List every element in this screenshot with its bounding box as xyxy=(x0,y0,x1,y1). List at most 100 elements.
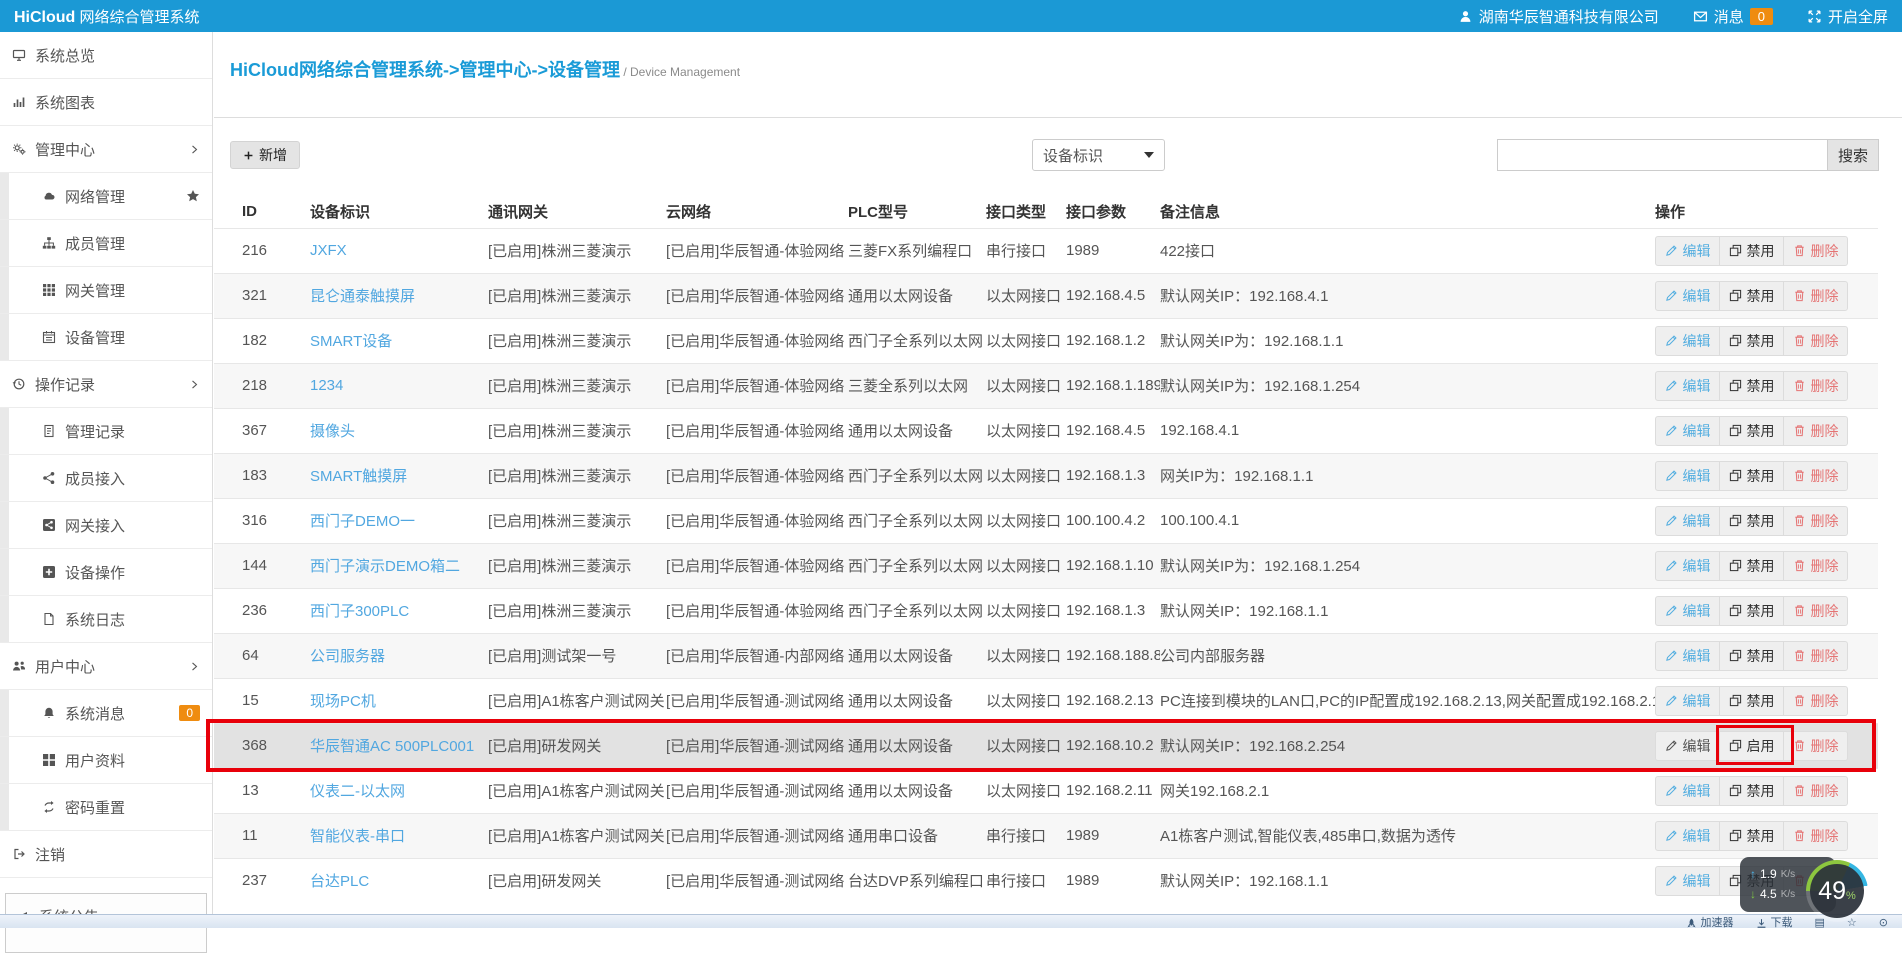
sidebar-item-user-profile[interactable]: 用户资料 xyxy=(0,737,212,784)
disable-button[interactable]: 禁用 xyxy=(1719,416,1784,446)
trash-icon xyxy=(1793,694,1806,707)
delete-button[interactable]: 删除 xyxy=(1783,686,1848,716)
search-input[interactable] xyxy=(1497,139,1827,171)
downloads-button[interactable]: 下载 xyxy=(1756,915,1793,928)
sidebar-item-management-records[interactable]: 管理记录 xyxy=(0,408,212,455)
device-link[interactable]: SMART设备 xyxy=(310,333,392,350)
edit-button[interactable]: 编辑 xyxy=(1655,776,1720,806)
device-link[interactable]: 西门子演示DEMO箱二 xyxy=(310,558,460,575)
delete-button[interactable]: 删除 xyxy=(1783,641,1848,671)
delete-button[interactable]: 删除 xyxy=(1783,416,1848,446)
edit-button[interactable]: 编辑 xyxy=(1655,281,1720,311)
disable-button[interactable]: 禁用 xyxy=(1719,596,1784,626)
sidebar-item-member-management[interactable]: 成员管理 xyxy=(0,220,212,267)
sidebar-item-gateway-management[interactable]: 网关管理 xyxy=(0,267,212,314)
disable-button[interactable]: 禁用 xyxy=(1719,551,1784,581)
device-link[interactable]: 华辰智通AC 500PLC001 xyxy=(310,738,474,755)
disable-button[interactable]: 禁用 xyxy=(1719,326,1784,356)
sidebar-item-label: 系统总览 xyxy=(35,45,95,66)
disable-button[interactable]: 禁用 xyxy=(1719,371,1784,401)
sidebar-badge: 0 xyxy=(179,705,200,721)
disable-button[interactable]: 禁用 xyxy=(1719,281,1784,311)
enable-button[interactable]: 启用 xyxy=(1719,731,1784,761)
sidebar-item-system-logs[interactable]: 系统日志 xyxy=(0,596,212,643)
edit-button[interactable]: 编辑 xyxy=(1655,506,1720,536)
edit-button[interactable]: 编辑 xyxy=(1655,236,1720,266)
sidebar-item-system-overview[interactable]: 系统总览 xyxy=(0,32,212,79)
sidebar-item-device-operation[interactable]: 设备操作 xyxy=(0,549,212,596)
device-link[interactable]: 现场PC机 xyxy=(310,693,376,710)
delete-button[interactable]: 删除 xyxy=(1783,821,1848,851)
edit-button[interactable]: 编辑 xyxy=(1655,461,1720,491)
edit-button[interactable]: 编辑 xyxy=(1655,596,1720,626)
trash-icon xyxy=(1793,334,1806,347)
search-button[interactable]: 搜索 xyxy=(1827,139,1879,171)
disable-button[interactable]: 禁用 xyxy=(1719,461,1784,491)
edit-button[interactable]: 编辑 xyxy=(1655,416,1720,446)
delete-button[interactable]: 删除 xyxy=(1783,236,1848,266)
delete-button[interactable]: 删除 xyxy=(1783,326,1848,356)
sidebar-item-member-access[interactable]: 成员接入 xyxy=(0,455,212,502)
edit-button[interactable]: 编辑 xyxy=(1655,731,1720,761)
edit-button[interactable]: 编辑 xyxy=(1655,371,1720,401)
sidebar-item-management-center[interactable]: 管理中心 xyxy=(0,126,212,173)
cell-interface-type: 以太网接口 xyxy=(986,498,1066,543)
delete-button[interactable]: 删除 xyxy=(1783,551,1848,581)
edit-button[interactable]: 编辑 xyxy=(1655,551,1720,581)
sidebar-item-user-center[interactable]: 用户中心 xyxy=(0,643,212,690)
sidebar-item-system-messages[interactable]: 系统消息0 xyxy=(0,690,212,737)
delete-button[interactable]: 删除 xyxy=(1783,596,1848,626)
trash-icon xyxy=(1793,244,1806,257)
device-link[interactable]: 公司服务器 xyxy=(310,648,385,665)
edit-button[interactable]: 编辑 xyxy=(1655,641,1720,671)
accelerator-button[interactable]: 加速器 xyxy=(1686,915,1734,928)
disable-button[interactable]: 禁用 xyxy=(1719,686,1784,716)
device-link[interactable]: 台达PLC xyxy=(310,873,369,890)
delete-button[interactable]: 删除 xyxy=(1783,776,1848,806)
edit-button[interactable]: 编辑 xyxy=(1655,326,1720,356)
device-filter-select[interactable]: 设备标识 xyxy=(1032,139,1165,171)
edit-button[interactable]: 编辑 xyxy=(1655,866,1720,896)
company-account[interactable]: 湖南华辰智通科技有限公司 xyxy=(1458,6,1659,27)
sidebar-item-operation-records[interactable]: 操作记录 xyxy=(0,361,212,408)
delete-button[interactable]: 删除 xyxy=(1783,371,1848,401)
target-icon[interactable]: ⊙ xyxy=(1879,915,1888,928)
memory-usage-gauge[interactable]: 49% xyxy=(1806,860,1868,922)
device-link[interactable]: SMART触摸屏 xyxy=(310,468,407,485)
edit-button[interactable]: 编辑 xyxy=(1655,686,1720,716)
sidebar-item-device-management[interactable]: 设备管理 xyxy=(0,314,212,361)
device-link[interactable]: 智能仪表-串口 xyxy=(310,828,405,845)
cell-plc-model: 西门子全系列以太网 xyxy=(848,318,986,363)
delete-button[interactable]: 删除 xyxy=(1783,281,1848,311)
disable-button[interactable]: 禁用 xyxy=(1719,236,1784,266)
fullscreen-button[interactable]: 开启全屏 xyxy=(1807,6,1888,27)
disable-button[interactable]: 禁用 xyxy=(1719,506,1784,536)
device-link[interactable]: JXFX xyxy=(310,242,347,259)
device-link[interactable]: 西门子DEMO一 xyxy=(310,513,415,530)
sidebar-item-gateway-access[interactable]: 网关接入 xyxy=(0,502,212,549)
disable-button[interactable]: 禁用 xyxy=(1719,776,1784,806)
edit-button[interactable]: 编辑 xyxy=(1655,821,1720,851)
messages-button[interactable]: 消息0 xyxy=(1693,6,1773,27)
device-link[interactable]: 摄像头 xyxy=(310,423,355,440)
clone-icon xyxy=(1729,559,1742,572)
top-header: HiCloud 网络综合管理系统 湖南华辰智通科技有限公司 消息0 开启全屏 xyxy=(0,0,1902,32)
sidebar-item-logout[interactable]: 注销 xyxy=(0,831,212,878)
delete-button[interactable]: 删除 xyxy=(1783,731,1848,761)
delete-button[interactable]: 删除 xyxy=(1783,506,1848,536)
sidebar-item-system-charts[interactable]: 系统图表 xyxy=(0,79,212,126)
sidebar-item-password-reset[interactable]: 密码重置 xyxy=(0,784,212,831)
cell-plc-model: 西门子全系列以太网 xyxy=(848,543,986,588)
trash-icon xyxy=(1793,829,1806,842)
cell-interface-param: 192.168.1.2 xyxy=(1066,318,1160,363)
sidebar-item-network-management[interactable]: 网络管理 xyxy=(0,173,212,220)
device-link[interactable]: 昆仑通泰触摸屏 xyxy=(310,288,415,305)
device-link[interactable]: 仪表二-以太网 xyxy=(310,783,405,800)
disable-button[interactable]: 禁用 xyxy=(1719,821,1784,851)
device-link[interactable]: 1234 xyxy=(310,377,343,394)
disable-button[interactable]: 禁用 xyxy=(1719,641,1784,671)
delete-button[interactable]: 删除 xyxy=(1783,461,1848,491)
device-link[interactable]: 西门子300PLC xyxy=(310,603,409,620)
pencil-icon xyxy=(1665,874,1678,887)
add-device-button[interactable]: 新增 xyxy=(230,141,300,169)
